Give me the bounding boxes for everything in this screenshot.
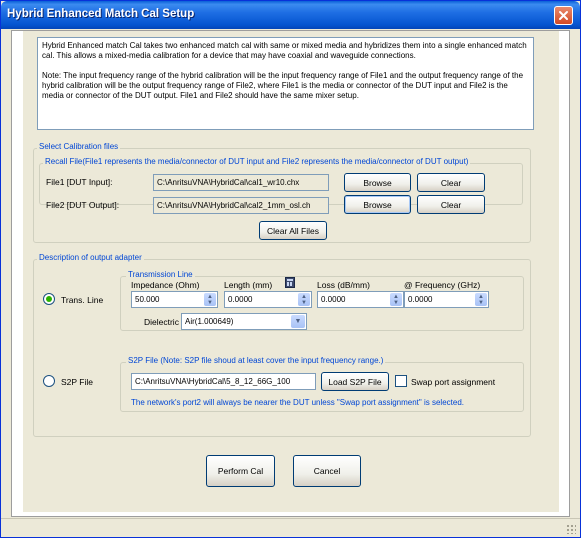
spinner-arrows-icon[interactable]: ▲ ▼ (204, 293, 216, 306)
length-label: Length (mm) (224, 280, 273, 290)
dielectric-label: Dielectric (144, 317, 179, 327)
chevron-down-icon[interactable]: ▼ (291, 315, 305, 328)
cancel-button[interactable]: Cancel (293, 455, 361, 487)
transmission-line-legend: Transmission Line (126, 270, 195, 279)
dialog-body: Hybrid Enhanced match Cal takes two enha… (23, 31, 559, 512)
close-button[interactable] (554, 6, 573, 25)
impedance-value: 50.000 (135, 295, 160, 304)
recall-file-legend: Recall File(File1 represents the media/c… (43, 157, 471, 166)
s2p-file-radio-label: S2P File (61, 377, 93, 387)
file2-label: File2 [DUT Output]: (46, 200, 120, 210)
dielectric-value: Air(1.000649) (185, 317, 234, 326)
description-text: Hybrid Enhanced match Cal takes two enha… (42, 41, 527, 60)
clear-all-files-button[interactable]: Clear All Files (259, 221, 327, 240)
s2p-path-field[interactable]: C:\AnritsuVNA\HybridCal\5_8_12_66G_100 (131, 373, 316, 390)
frequency-value: 0.0000 (408, 295, 433, 304)
close-icon (559, 11, 568, 20)
impedance-spinner[interactable]: 50.000 ▲ ▼ (131, 291, 218, 308)
load-s2p-file-button[interactable]: Load S2P File (321, 372, 389, 391)
length-spinner[interactable]: 0.0000 ▲ ▼ (224, 291, 312, 308)
loss-label: Loss (dB/mm) (317, 280, 370, 290)
status-bar (1, 518, 580, 537)
frequency-label: @ Frequency (GHz) (404, 280, 481, 290)
radio-selected-dot (46, 296, 52, 302)
length-value: 0.0000 (228, 295, 253, 304)
s2p-port-note: The network's port2 will always be neare… (131, 398, 464, 407)
dielectric-select[interactable]: Air(1.000649) ▼ (181, 313, 307, 330)
file1-label: File1 [DUT Input]: (46, 177, 113, 187)
trans-line-radio-label: Trans. Line (61, 295, 104, 305)
file2-path-field[interactable]: C:\AnritsuVNA\HybridCal\cal2_1mm_osl.ch (153, 197, 329, 214)
spinner-arrows-icon[interactable]: ▲ ▼ (390, 293, 402, 306)
select-calibration-files-legend: Select Calibration files (37, 142, 121, 151)
frequency-spinner[interactable]: 0.0000 ▲ ▼ (404, 291, 489, 308)
description-box: Hybrid Enhanced match Cal takes two enha… (37, 37, 534, 130)
spinner-arrows-icon[interactable]: ▲ ▼ (475, 293, 487, 306)
impedance-label: Impedance (Ohm) (131, 280, 200, 290)
file2-clear-button[interactable]: Clear (417, 195, 485, 214)
calculator-icon[interactable] (285, 277, 295, 288)
file1-path-field[interactable]: C:\AnritsuVNA\HybridCal\cal1_wr10.chx (153, 174, 329, 191)
swap-port-checkbox[interactable] (395, 375, 407, 387)
loss-value: 0.0000 (321, 295, 346, 304)
description-note: Note: The input frequency range of the h… (42, 71, 524, 100)
s2p-file-radio[interactable] (43, 375, 55, 387)
window-title: Hybrid Enhanced Match Cal Setup (7, 8, 195, 20)
title-bar[interactable]: Hybrid Enhanced Match Cal Setup (1, 1, 580, 29)
output-adapter-legend: Description of output adapter (37, 253, 144, 262)
s2p-file-legend: S2P File (Note: S2P file shoud at least … (126, 356, 386, 365)
swap-port-label: Swap port assignment (411, 377, 496, 387)
dialog-window: Hybrid Enhanced Match Cal Setup Hybrid E… (0, 0, 581, 538)
file1-browse-button[interactable]: Browse (344, 173, 411, 192)
perform-cal-button[interactable]: Perform Cal (206, 455, 275, 487)
spinner-arrows-icon[interactable]: ▲ ▼ (298, 293, 310, 306)
resize-grip-icon[interactable] (566, 524, 576, 534)
loss-spinner[interactable]: 0.0000 ▲ ▼ (317, 291, 404, 308)
trans-line-radio[interactable] (43, 293, 55, 305)
file2-browse-button[interactable]: Browse (344, 195, 411, 214)
file1-clear-button[interactable]: Clear (417, 173, 485, 192)
